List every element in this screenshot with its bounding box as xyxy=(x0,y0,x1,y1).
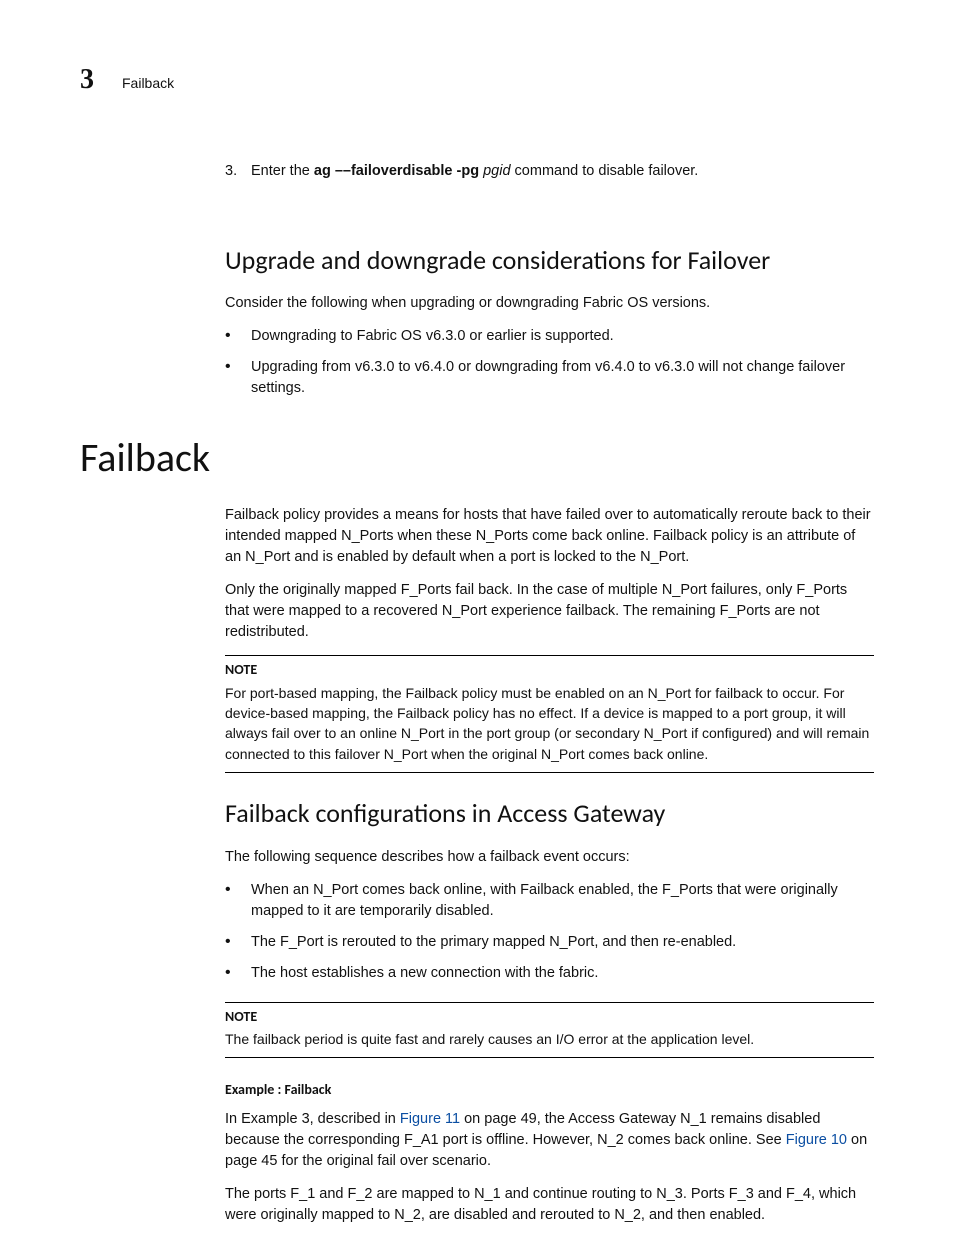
step-item: 3. Enter the ag ––failoverdisable -pg pg… xyxy=(225,161,874,182)
list-item: •The F_Port is rerouted to the primary m… xyxy=(225,932,874,953)
note-label: NOTE xyxy=(225,660,874,680)
note-label: NOTE xyxy=(225,1007,874,1027)
bullet-icon: • xyxy=(225,326,237,347)
note-box: NOTE The failback period is quite fast a… xyxy=(225,1002,874,1059)
body-text: In Example 3, described in Figure 11 on … xyxy=(225,1109,874,1172)
heading-failback-config: Failback configurations in Access Gatewa… xyxy=(225,795,874,833)
bullet-icon: • xyxy=(225,880,237,922)
heading-failback: Failback xyxy=(80,429,874,487)
list-item: •Downgrading to Fabric OS v6.3.0 or earl… xyxy=(225,326,874,347)
body-text: Only the originally mapped F_Ports fail … xyxy=(225,580,874,643)
bullet-list: •When an N_Port comes back online, with … xyxy=(225,880,874,984)
step-text: Enter the ag ––failoverdisable -pg pgid … xyxy=(251,161,698,182)
link-figure-10[interactable]: Figure 10 xyxy=(786,1132,847,1148)
body-text: The following sequence describes how a f… xyxy=(225,847,874,868)
list-item: •The host establishes a new connection w… xyxy=(225,963,874,984)
heading-upgrade: Upgrade and downgrade considerations for… xyxy=(225,242,874,280)
bullet-icon: • xyxy=(225,963,237,984)
note-body: The failback period is quite fast and ra… xyxy=(225,1029,874,1049)
link-figure-11[interactable]: Figure 11 xyxy=(400,1111,460,1127)
bullet-list: •Downgrading to Fabric OS v6.3.0 or earl… xyxy=(225,326,874,399)
note-box: NOTE For port-based mapping, the Failbac… xyxy=(225,655,874,772)
list-item: •When an N_Port comes back online, with … xyxy=(225,880,874,922)
page-header: 3 Failback xyxy=(80,60,874,101)
breadcrumb: Failback xyxy=(122,73,174,93)
list-item: •Upgrading from v6.3.0 to v6.4.0 or down… xyxy=(225,357,874,399)
bullet-icon: • xyxy=(225,932,237,953)
step-list: 3. Enter the ag ––failoverdisable -pg pg… xyxy=(225,161,874,182)
note-body: For port-based mapping, the Failback pol… xyxy=(225,683,874,764)
body-text: The ports F_1 and F_2 are mapped to N_1 … xyxy=(225,1184,874,1226)
bullet-icon: • xyxy=(225,357,237,399)
chapter-number: 3 xyxy=(80,60,94,101)
body-text: Consider the following when upgrading or… xyxy=(225,293,874,314)
step-number: 3. xyxy=(225,161,243,182)
example-heading: Example : Failback xyxy=(225,1080,874,1100)
body-text: Failback policy provides a means for hos… xyxy=(225,505,874,568)
